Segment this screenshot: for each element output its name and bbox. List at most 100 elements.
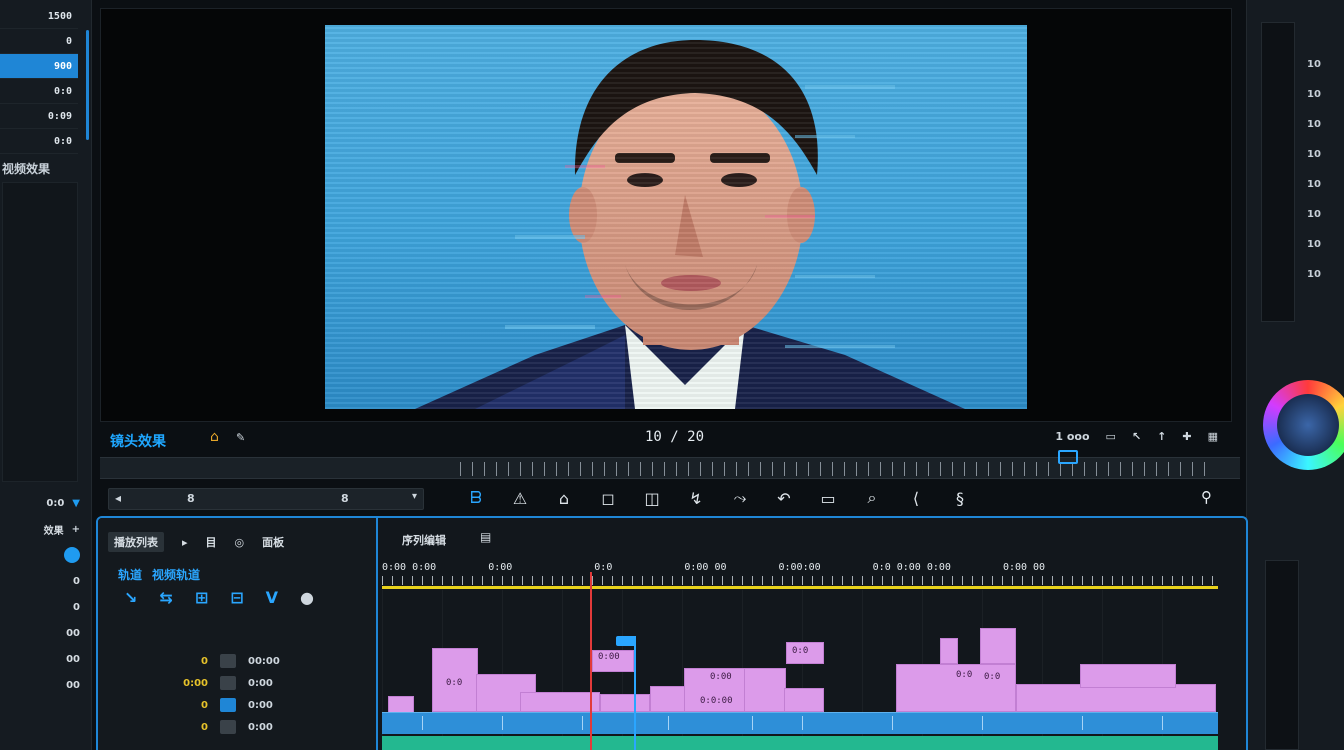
audio-clip[interactable] <box>1016 684 1216 712</box>
left-row[interactable]: 1500 <box>0 4 78 29</box>
monitor-control-3[interactable]: ↑ <box>1157 430 1166 443</box>
track-header-row[interactable]: 0 0:00 <box>98 716 378 738</box>
track-header-row[interactable]: 0:00 0:00 <box>98 672 378 694</box>
selection-tool-icon[interactable]: ᗷ <box>464 486 488 510</box>
track-toggle-icon[interactable]: ↘ <box>124 588 137 607</box>
video-clip-edge[interactable] <box>892 716 893 730</box>
track-header-row[interactable]: 0 00:00 <box>98 650 378 672</box>
track-toggle-icon[interactable]: ⊞ <box>195 588 208 607</box>
video-clip-edge[interactable] <box>1162 716 1163 730</box>
left-row[interactable]: 0:0 <box>0 129 78 154</box>
plus-icon[interactable]: + <box>72 524 80 535</box>
ruler-labels: 0:00 0:00 0:00 0:0 0:00 00 0:00:00 0:0 0:00 0… <box>382 562 1218 573</box>
left-lower-row[interactable]: 0 <box>0 594 92 620</box>
timeline-area[interactable]: 序列编辑 ▤ 0:00 0:00 0:00 0:0 0:00 00 0:00:00 0:0… <box>380 518 1246 750</box>
left-row[interactable]: 0:0 <box>0 79 78 104</box>
video-clip-edge[interactable] <box>752 716 753 730</box>
timeline-playhead[interactable] <box>590 572 592 750</box>
track-header-tab[interactable]: 面板 <box>262 534 284 550</box>
monitor-control-4[interactable]: ✚ <box>1182 430 1191 443</box>
left-lower-label: 00 <box>66 679 80 691</box>
sequence-icon[interactable]: ▤ <box>480 530 491 544</box>
video-clip-edge[interactable] <box>422 716 423 730</box>
monitor-control-2[interactable]: ↖ <box>1132 430 1141 443</box>
zoom-select[interactable]: ◂ 8 8 ▾ <box>108 488 424 510</box>
video-clip-edge[interactable] <box>502 716 503 730</box>
audio-clip[interactable] <box>784 688 824 712</box>
audio-clip[interactable] <box>600 694 650 712</box>
track-name: 00:00 <box>248 655 280 667</box>
search-tool-icon[interactable]: ◻ <box>596 486 620 510</box>
audio-clip[interactable] <box>1080 664 1176 688</box>
crop-tool-icon[interactable]: ◫ <box>640 486 664 510</box>
type-tool-icon[interactable]: § <box>948 486 972 510</box>
video-clip-edge[interactable] <box>802 716 803 730</box>
track-blue-label[interactable]: 轨道 <box>118 566 142 583</box>
left-lower-row[interactable]: 00 <box>0 620 92 646</box>
left-lower-row[interactable]: 00 <box>0 672 92 698</box>
zoom-tool-icon[interactable]: ⌕ <box>860 486 884 510</box>
pen-tool-icon[interactable]: ↶ <box>772 486 796 510</box>
ruler-label: 0:00 0:00 <box>382 562 437 573</box>
audio-clip[interactable] <box>520 692 600 712</box>
ripple-tool-icon[interactable]: ↯ <box>684 486 708 510</box>
settings-icon[interactable]: ✎ <box>236 431 245 444</box>
video-frame <box>325 25 1027 409</box>
rect-tool-icon[interactable]: ▭ <box>816 486 840 510</box>
track-lock-toggle[interactable] <box>220 676 236 690</box>
timeline-ruler[interactable]: 0:00 0:00 0:00 0:0 0:00 00 0:00:00 0:0 0:00 0… <box>382 562 1218 588</box>
left-row[interactable]: 900 <box>0 54 78 79</box>
track-number: 0 <box>201 721 208 733</box>
left-row[interactable]: 0:09 <box>0 104 78 129</box>
circle-icon[interactable] <box>64 547 80 563</box>
track-toggle-icon[interactable]: ⇆ <box>159 588 172 607</box>
track-header-row[interactable]: 0 0:00 <box>98 694 378 716</box>
track-toggle-icon[interactable]: ● <box>300 588 314 607</box>
video-clip-edge[interactable] <box>1082 716 1083 730</box>
video-track[interactable] <box>382 712 1218 734</box>
left-scrollbar[interactable] <box>86 30 89 140</box>
track-lock-toggle[interactable] <box>220 698 236 712</box>
clip-label: 0:0:00 <box>700 696 733 706</box>
left-row[interactable]: 0 <box>0 29 78 54</box>
hand-tool-icon[interactable]: ⟨ <box>904 486 928 510</box>
slip-tool-icon[interactable]: ⤳ <box>728 486 752 510</box>
audio-clip[interactable] <box>744 668 786 712</box>
warning-tool-icon[interactable]: ⚠ <box>508 486 532 510</box>
work-area-bar[interactable] <box>382 586 1218 589</box>
audio-clip[interactable] <box>940 638 958 664</box>
left-lower-row[interactable]: 00 <box>0 646 92 672</box>
video-clip-edge[interactable] <box>668 716 669 730</box>
track-header-tab[interactable]: 播放列表 <box>108 532 164 552</box>
meter-scale-label: 10 <box>1307 89 1321 100</box>
marker-cap[interactable] <box>616 636 636 646</box>
audio-clip[interactable] <box>980 628 1016 664</box>
track-lock-toggle[interactable] <box>220 720 236 734</box>
color-wheel[interactable] <box>1263 380 1344 470</box>
track-lock-toggle[interactable] <box>220 654 236 668</box>
track-toggle-icon[interactable]: ⊟ <box>230 588 243 607</box>
monitor-control-5[interactable]: ▦ <box>1208 430 1218 443</box>
track-header-tab[interactable]: ◎ <box>235 536 245 549</box>
left-lower-row[interactable]: 0 <box>0 568 92 594</box>
monitor-control-1[interactable]: ▭ <box>1106 430 1116 443</box>
video-clip-edge[interactable] <box>982 716 983 730</box>
track-blue-label[interactable]: 视频轨道 <box>152 566 200 583</box>
marker-icon[interactable]: ⌂ <box>210 429 219 445</box>
left-lower-row[interactable]: 效果 + <box>0 516 92 542</box>
settings-wrench-icon[interactable]: ⚲ <box>1201 488 1212 506</box>
monitor-scrub-bar[interactable] <box>100 450 1240 479</box>
track-header-tab[interactable]: 目 <box>206 534 217 550</box>
audio-track[interactable] <box>382 736 1218 750</box>
left-lower-row[interactable]: 0:0 ▼ <box>0 490 92 516</box>
meter-scale-label: 10 <box>1307 179 1321 190</box>
monitor-control-0[interactable]: 1 ooo <box>1055 430 1089 443</box>
left-lower-row[interactable] <box>0 542 92 568</box>
sequence-tab[interactable]: 序列编辑 <box>402 532 446 548</box>
home-tool-icon[interactable]: ⌂ <box>552 486 576 510</box>
funnel-icon[interactable]: ▼ <box>72 498 80 509</box>
scrub-playhead[interactable] <box>1058 450 1078 464</box>
video-clip-edge[interactable] <box>582 716 583 730</box>
track-toggle-icon[interactable]: V <box>266 588 278 607</box>
track-header-tab[interactable]: ▸ <box>182 536 188 549</box>
